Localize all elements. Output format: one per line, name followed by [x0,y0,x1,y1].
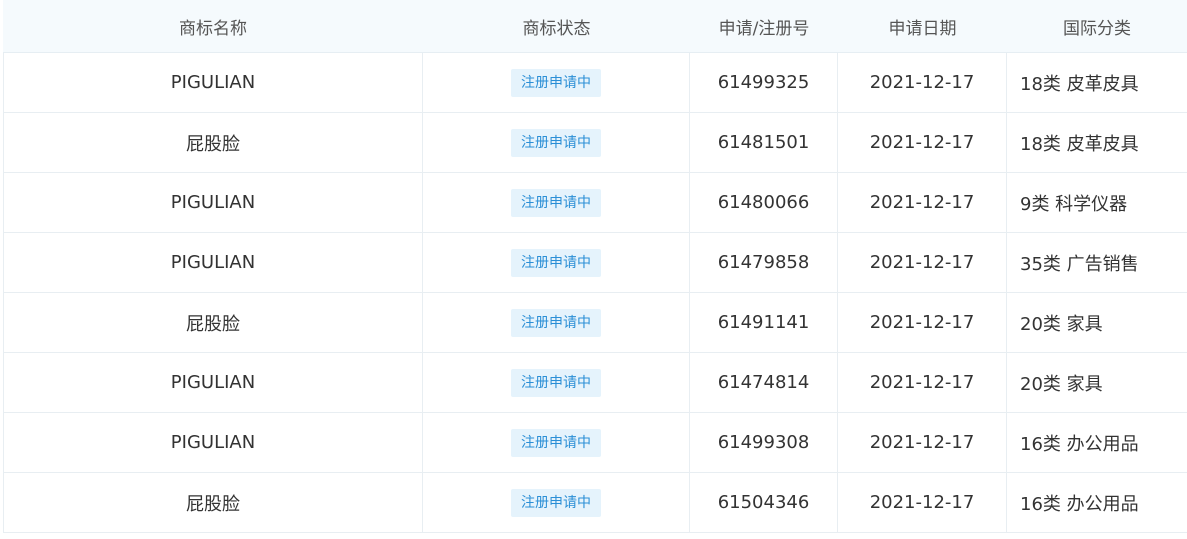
header-trademark-name: 商标名称 [179,18,247,39]
table-row[interactable]: 屁股脸 注册申请中 61491141 2021-12-17 20类 家具 [3,293,1187,353]
table-row[interactable]: 屁股脸 注册申请中 61481501 2021-12-17 18类 皮革皮具 [3,113,1187,173]
trademark-name[interactable]: PIGULIAN [3,233,423,292]
application-date: 2021-12-17 [838,113,1007,172]
table-row[interactable]: PIGULIAN 注册申请中 61474814 2021-12-17 20类 家… [3,353,1187,413]
header-international-class: 国际分类 [1063,18,1131,39]
status-badge: 注册申请中 [511,428,601,457]
trademark-name[interactable]: PIGULIAN [3,53,423,112]
registration-number: 61480066 [690,173,838,232]
international-class: 20类 家具 [1020,313,1103,335]
header-application-date: 申请日期 [888,18,957,39]
status-cell: 注册申请中 [423,473,690,532]
status-badge: 注册申请中 [511,368,601,397]
trademark-name[interactable]: PIGULIAN [3,413,423,472]
trademark-name[interactable]: PIGULIAN [3,173,423,232]
registration-number: 61474814 [690,353,838,412]
registration-number: 61491141 [690,293,838,352]
application-date: 2021-12-17 [838,473,1007,532]
application-date: 2021-12-17 [838,233,1007,292]
international-class: 35类 广告销售 [1020,253,1139,275]
status-cell: 注册申请中 [423,233,690,292]
status-cell: 注册申请中 [423,53,690,112]
table-row[interactable]: PIGULIAN 注册申请中 61499308 2021-12-17 16类 办… [3,413,1187,473]
status-badge: 注册申请中 [511,188,601,217]
status-badge: 注册申请中 [511,308,601,337]
international-class: 16类 办公用品 [1020,433,1139,455]
table-header: 商标名称 商标状态 申请/注册号 申请日期 国际分类 [3,0,1187,53]
status-cell: 注册申请中 [423,413,690,472]
international-class: 9类 科学仪器 [1020,193,1128,215]
international-class: 18类 皮革皮具 [1020,73,1139,95]
international-class: 16类 办公用品 [1020,493,1139,515]
status-cell: 注册申请中 [423,293,690,352]
application-date: 2021-12-17 [838,293,1007,352]
trademark-table: 商标名称 商标状态 申请/注册号 申请日期 国际分类 PIGULIAN 注册申请… [3,0,1187,533]
registration-number: 61499308 [690,413,838,472]
registration-number: 61499325 [690,53,838,112]
trademark-name[interactable]: 屁股脸 [3,113,423,172]
header-registration-number: 申请/注册号 [718,18,810,39]
international-class: 20类 家具 [1020,373,1103,395]
trademark-name[interactable]: 屁股脸 [3,293,423,352]
table-row[interactable]: 屁股脸 注册申请中 61504346 2021-12-17 16类 办公用品 [3,473,1187,533]
international-class: 18类 皮革皮具 [1020,133,1139,155]
status-badge: 注册申请中 [511,488,601,517]
status-badge: 注册申请中 [511,128,601,157]
trademark-name[interactable]: PIGULIAN [3,353,423,412]
application-date: 2021-12-17 [838,173,1007,232]
status-badge: 注册申请中 [511,68,601,97]
application-date: 2021-12-17 [838,353,1007,412]
table-row[interactable]: PIGULIAN 注册申请中 61480066 2021-12-17 9类 科学… [3,173,1187,233]
registration-number: 61504346 [690,473,838,532]
status-cell: 注册申请中 [423,113,690,172]
status-cell: 注册申请中 [423,173,690,232]
registration-number: 61481501 [690,113,838,172]
trademark-name[interactable]: 屁股脸 [3,473,423,532]
status-badge: 注册申请中 [511,248,601,277]
application-date: 2021-12-17 [838,53,1007,112]
status-cell: 注册申请中 [423,353,690,412]
registration-number: 61479858 [690,233,838,292]
table-row[interactable]: PIGULIAN 注册申请中 61499325 2021-12-17 18类 皮… [3,53,1187,113]
header-trademark-status: 商标状态 [522,18,591,39]
table-row[interactable]: PIGULIAN 注册申请中 61479858 2021-12-17 35类 广… [3,233,1187,293]
application-date: 2021-12-17 [838,413,1007,472]
